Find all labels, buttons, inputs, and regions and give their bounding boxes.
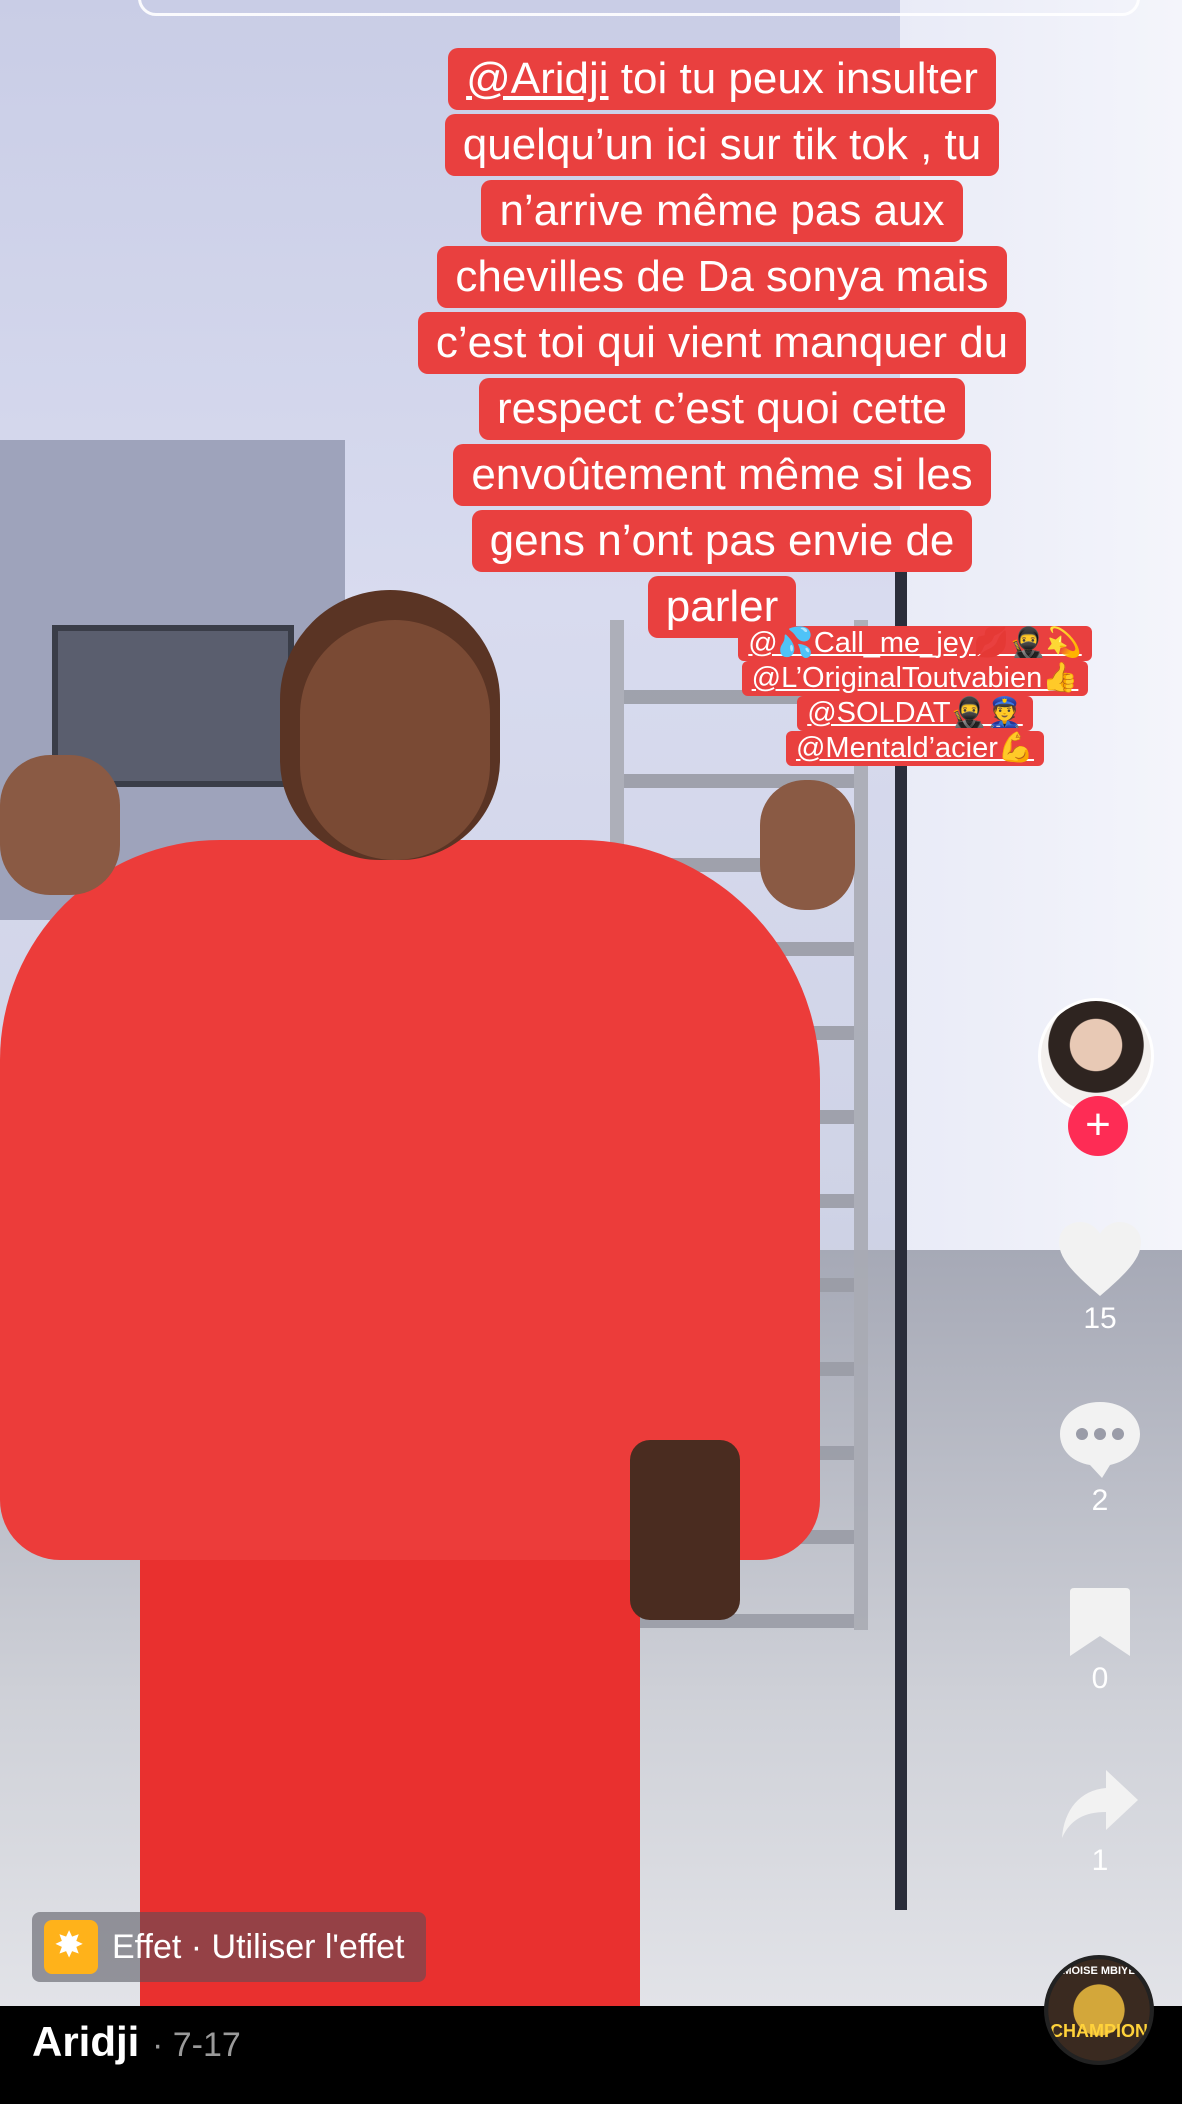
comment-button[interactable]: 2 — [1030, 1400, 1170, 1518]
like-button[interactable]: 15 — [1030, 1220, 1170, 1336]
person-right-hand — [760, 780, 855, 910]
like-count: 15 — [1083, 1302, 1117, 1335]
mention-tag-link[interactable]: @SOLDAT🥷👮 — [797, 696, 1033, 731]
caption-line: @Aridji toi tu peux insulter — [448, 48, 996, 110]
mention-tag-link[interactable]: @💦Call_me_jey💋🥷💫 — [738, 626, 1092, 661]
save-button[interactable]: 0 — [1030, 1586, 1170, 1696]
share-count: 1 — [1091, 1844, 1109, 1877]
caption-text: toi tu peux insulter — [608, 54, 978, 103]
caption-line: respect c’est quoi cette — [478, 378, 965, 440]
person-figure — [0, 590, 855, 2006]
author-name[interactable]: Aridji — [32, 2018, 139, 2066]
caption-line: chevilles de Da sonya mais — [437, 246, 1007, 308]
caption-mention-link[interactable]: @Aridji — [466, 54, 608, 103]
person-face — [300, 620, 490, 860]
comment-count: 2 — [1091, 1484, 1109, 1517]
follow-button[interactable]: + — [1068, 1096, 1128, 1156]
text-overlay-caption: @Aridji toi tu peux insulter quelqu’un i… — [352, 44, 1092, 638]
comment-bubble-icon — [1030, 1400, 1170, 1480]
bookmark-icon — [1030, 1586, 1170, 1658]
caption-line: c’est toi qui vient manquer du — [417, 312, 1027, 374]
mention-tags: @💦Call_me_jey💋🥷💫 @L’OriginalToutvabien👍 … — [690, 626, 1140, 766]
caption-line: envoûtement même si les — [453, 444, 991, 506]
music-disc[interactable]: MOISE MBIYE CHAMPION — [1044, 1955, 1154, 2065]
caption-line: quelqu’un ici sur tik tok , tu — [444, 114, 1000, 176]
caption-line: n’arrive même pas aux — [481, 180, 963, 242]
heart-icon — [1030, 1220, 1170, 1298]
search-bar-edge[interactable] — [138, 0, 1140, 16]
mention-tag-link[interactable]: @L’OriginalToutvabien👍 — [741, 661, 1089, 696]
save-count: 0 — [1091, 1662, 1109, 1695]
tiktok-video-screen: @Aridji toi tu peux insulter quelqu’un i… — [0, 0, 1182, 2104]
person-left-hand — [0, 755, 120, 895]
mention-tag-link[interactable]: @Mentald’acier💪 — [785, 731, 1045, 766]
music-disc-text: MOISE MBIYE — [1062, 1965, 1136, 1977]
person-bag — [630, 1440, 740, 1620]
share-button[interactable]: 1 — [1030, 1768, 1170, 1878]
post-date: · 7-17 — [152, 2026, 241, 2064]
sparkle-icon — [44, 1920, 98, 1974]
share-arrow-icon — [1030, 1768, 1170, 1840]
effect-label: Effet · Utiliser l'effet — [112, 1927, 405, 1966]
effect-button[interactable]: Effet · Utiliser l'effet — [32, 1912, 427, 1982]
caption-line: gens n’ont pas envie de — [471, 510, 973, 572]
music-disc-title: CHAMPION — [1050, 2021, 1148, 2041]
